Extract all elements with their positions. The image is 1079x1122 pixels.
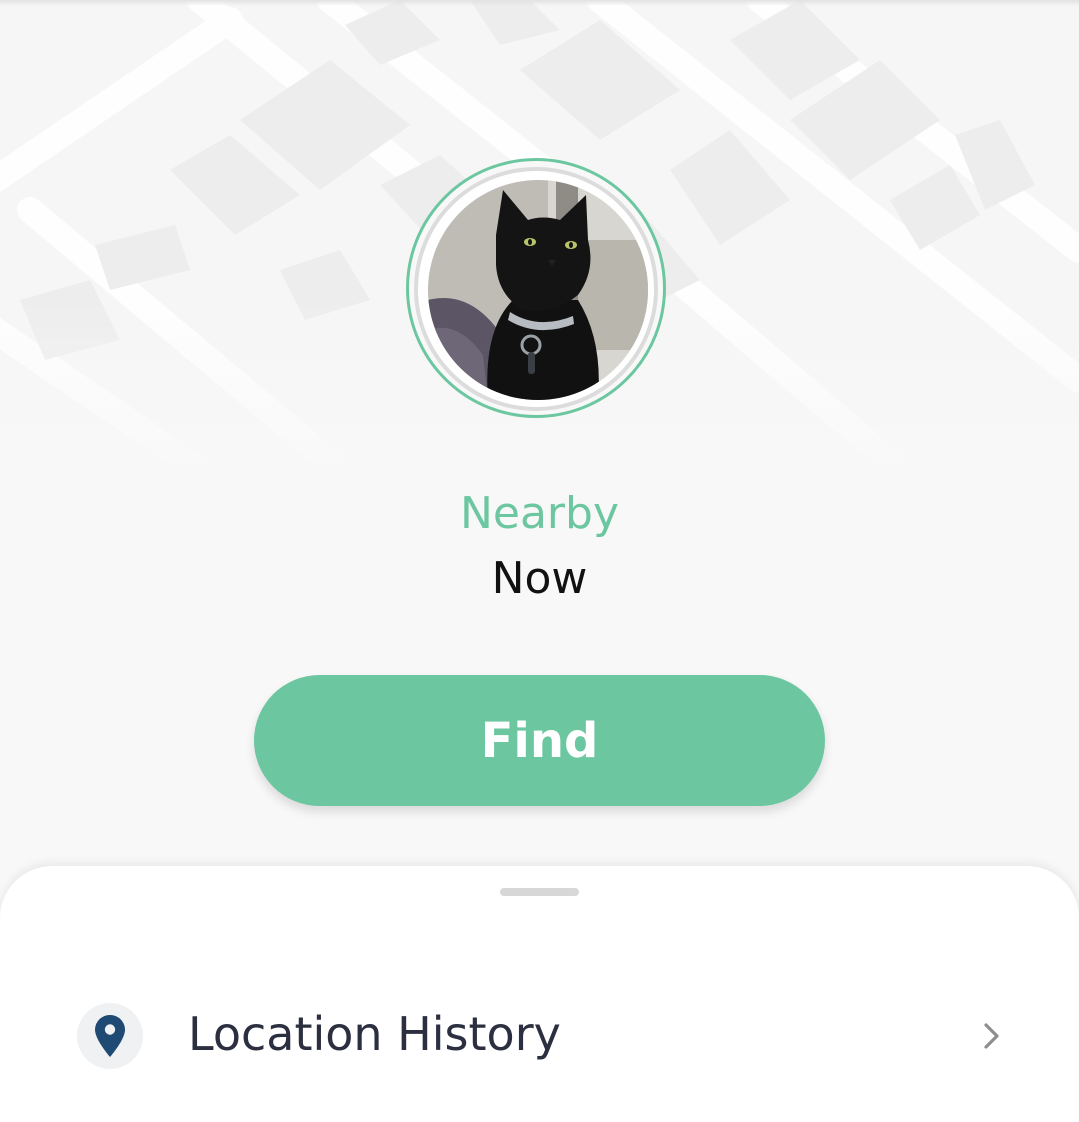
chevron-right-icon	[984, 1023, 999, 1049]
find-button[interactable]: Find	[254, 675, 825, 806]
location-history-label: Location History	[188, 1007, 561, 1061]
sheet-drag-handle[interactable]	[500, 888, 579, 896]
last-seen-time: Now	[491, 553, 588, 604]
location-history-row[interactable]: Location History	[0, 986, 1079, 1090]
app-screen: Nearby Now Find Location History	[0, 0, 1079, 1122]
location-pin-icon-container	[77, 1003, 143, 1069]
bottom-sheet: Location History	[0, 866, 1079, 1122]
pet-avatar[interactable]	[428, 180, 648, 400]
cat-photo-icon	[428, 180, 648, 400]
top-shadow	[0, 0, 1079, 6]
location-pin-icon	[95, 1015, 125, 1057]
pet-status: Nearby	[459, 488, 619, 539]
